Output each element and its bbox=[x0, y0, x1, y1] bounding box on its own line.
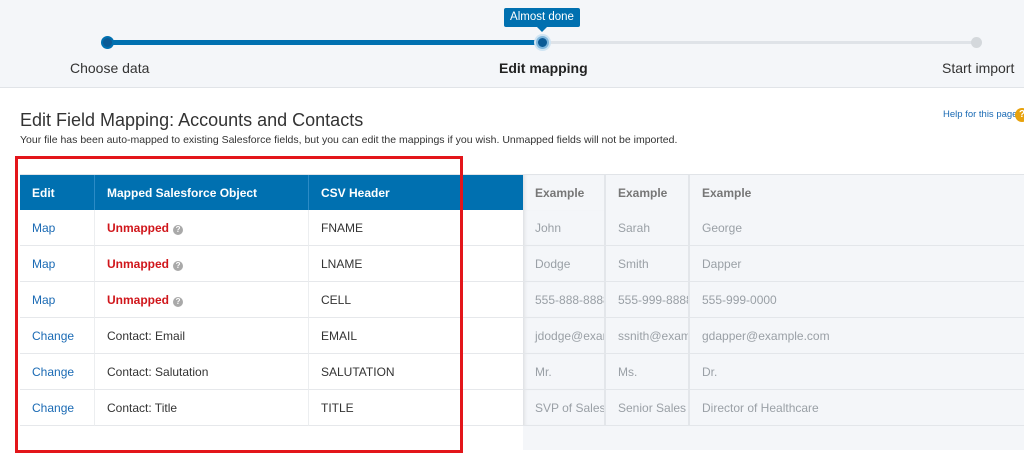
example-cell: Mr. bbox=[523, 354, 606, 390]
table-footer-spacer bbox=[20, 426, 523, 450]
step-marker-edit-mapping bbox=[536, 36, 549, 49]
column-header-mapped-object: Mapped Salesforce Object bbox=[95, 175, 309, 211]
help-question-icon[interactable]: ? bbox=[173, 261, 184, 271]
example-cell: 555-999-0000 bbox=[690, 282, 1024, 318]
column-header-csv: CSV Header bbox=[309, 175, 523, 211]
csv-header-cell: FNAME bbox=[309, 210, 523, 246]
progress-track-completed bbox=[107, 40, 543, 45]
change-link[interactable]: Change bbox=[20, 354, 95, 390]
change-link[interactable]: Change bbox=[20, 318, 95, 354]
column-header-example-2: Example bbox=[606, 175, 690, 211]
example-cell: John bbox=[523, 210, 606, 246]
table-row: Map Unmapped? CELL 555-888-8888 555-999-… bbox=[20, 282, 1024, 318]
mapped-object-cell: Contact: Email bbox=[95, 318, 309, 354]
example-cell: 555-888-8888 bbox=[523, 282, 606, 318]
example-cell: 555-999-8888 bbox=[606, 282, 690, 318]
example-cell: Director of Healthcare bbox=[690, 390, 1024, 426]
example-cell: Ms. bbox=[606, 354, 690, 390]
help-link[interactable]: Help for this page bbox=[943, 109, 1017, 120]
column-header-example-3: Example bbox=[690, 175, 1024, 211]
table-row: Change Contact: Salutation SALUTATION Mr… bbox=[20, 354, 1024, 390]
table-row: Map Unmapped? LNAME Dodge Smith Dapper bbox=[20, 246, 1024, 282]
example-cell: George bbox=[690, 210, 1024, 246]
example-cell: jdodge@example.com bbox=[523, 318, 606, 354]
example-cell: ssnith@example.com bbox=[606, 318, 690, 354]
unmapped-label: Unmapped bbox=[107, 257, 170, 271]
mapped-object-cell: Unmapped? bbox=[95, 210, 309, 246]
question-icon[interactable]: ? bbox=[1015, 108, 1024, 122]
example-cell: gdapper@example.com bbox=[690, 318, 1024, 354]
example-cell: Smith bbox=[606, 246, 690, 282]
mapped-object-cell: Contact: Title bbox=[95, 390, 309, 426]
step-label-start-import: Start import bbox=[942, 60, 1015, 76]
column-header-example-1: Example bbox=[523, 175, 606, 211]
example-cell: Sarah bbox=[606, 210, 690, 246]
step-marker-choose-data[interactable] bbox=[101, 36, 114, 49]
table-row: Map Unmapped? FNAME John Sarah George bbox=[20, 210, 1024, 246]
csv-header-cell: TITLE bbox=[309, 390, 523, 426]
help-question-icon[interactable]: ? bbox=[173, 297, 184, 307]
map-link[interactable]: Map bbox=[20, 282, 95, 318]
mapped-object-cell: Contact: Salutation bbox=[95, 354, 309, 390]
csv-header-cell: EMAIL bbox=[309, 318, 523, 354]
mapped-object-cell: Unmapped? bbox=[95, 246, 309, 282]
step-marker-start-import bbox=[971, 37, 982, 48]
unmapped-label: Unmapped bbox=[107, 293, 170, 307]
page-title: Edit Field Mapping: Accounts and Contact… bbox=[20, 110, 364, 130]
example-cell: Dapper bbox=[690, 246, 1024, 282]
import-wizard-progress: Almost done Choose data Edit mapping Sta… bbox=[0, 0, 1024, 88]
map-link[interactable]: Map bbox=[20, 246, 95, 282]
csv-header-cell: LNAME bbox=[309, 246, 523, 282]
column-header-edit: Edit bbox=[20, 175, 95, 211]
progress-tooltip: Almost done bbox=[504, 8, 580, 32]
help-question-icon[interactable]: ? bbox=[173, 225, 184, 235]
example-cell: SVP of Sales bbox=[523, 390, 606, 426]
page-subtitle: Your file has been auto-mapped to existi… bbox=[20, 134, 678, 146]
example-footer-spacer bbox=[523, 426, 1024, 450]
map-link[interactable]: Map bbox=[20, 210, 95, 246]
unmapped-label: Unmapped bbox=[107, 221, 170, 235]
change-link[interactable]: Change bbox=[20, 390, 95, 426]
csv-header-cell: CELL bbox=[309, 282, 523, 318]
table-row: Change Contact: Title TITLE SVP of Sales… bbox=[20, 390, 1024, 426]
step-label-choose-data[interactable]: Choose data bbox=[70, 60, 149, 76]
table-header-row: Edit Mapped Salesforce Object CSV Header… bbox=[20, 174, 1024, 211]
example-cell: Senior Sales bbox=[606, 390, 690, 426]
step-label-edit-mapping: Edit mapping bbox=[499, 60, 588, 76]
progress-track-remaining bbox=[543, 41, 977, 44]
mapped-object-cell: Unmapped? bbox=[95, 282, 309, 318]
csv-header-cell: SALUTATION bbox=[309, 354, 523, 390]
example-cell: Dodge bbox=[523, 246, 606, 282]
example-cell: Dr. bbox=[690, 354, 1024, 390]
table-row: Change Contact: Email EMAIL jdodge@examp… bbox=[20, 318, 1024, 354]
